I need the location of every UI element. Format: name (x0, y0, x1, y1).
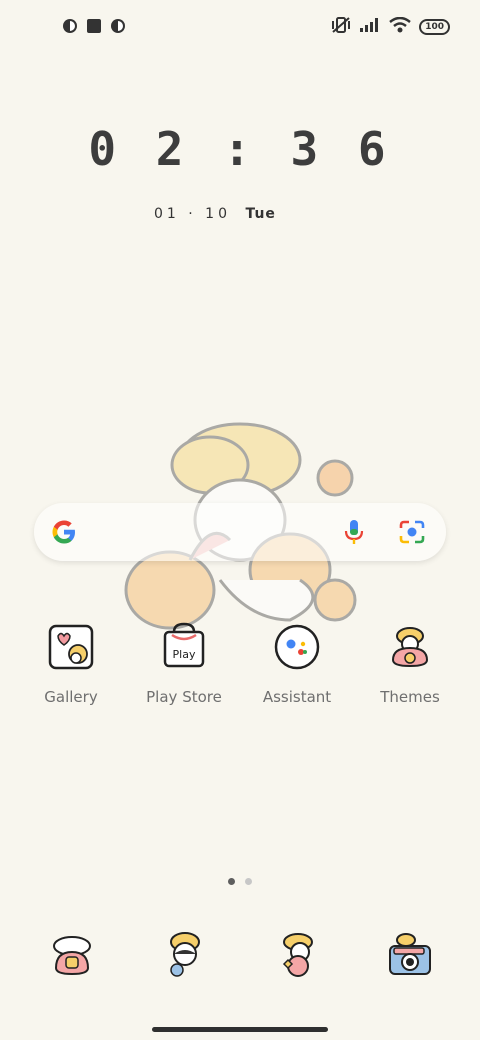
assistant-icon[interactable] (272, 622, 322, 672)
battery-indicator: 100 (419, 19, 450, 35)
themes-icon[interactable] (385, 622, 435, 672)
lens-icon[interactable] (398, 519, 426, 545)
app-gallery[interactable]: Gallery (21, 622, 121, 706)
page-indicator[interactable] (228, 878, 252, 885)
vibrate-off-icon (331, 16, 351, 38)
notification-icon-1 (62, 18, 78, 34)
app-label-assistant: Assistant (262, 688, 332, 706)
app-label-themes: Themes (380, 688, 440, 706)
dock (0, 930, 480, 990)
wifi-icon (389, 16, 411, 37)
app-label-gallery: Gallery (44, 688, 98, 706)
notification-icons (62, 18, 126, 34)
svg-text:Play: Play (173, 648, 196, 661)
play-store-icon[interactable]: Play (159, 622, 209, 672)
signal-icon (359, 17, 381, 37)
google-g-icon[interactable] (50, 518, 78, 546)
app-label-play-store: Play Store (146, 688, 222, 706)
gesture-nav-bar[interactable] (152, 1027, 328, 1032)
status-bar: 100 (0, 0, 480, 56)
clock-time[interactable]: 0 2 : 3 6 (0, 122, 480, 176)
page-dot-2[interactable] (245, 878, 252, 885)
camera-icon[interactable] (386, 930, 434, 978)
search-bar[interactable] (34, 503, 446, 561)
mic-icon[interactable] (342, 518, 366, 546)
app-themes[interactable]: Themes (360, 622, 460, 706)
gallery-icon[interactable] (46, 622, 96, 672)
phone-icon[interactable] (48, 930, 96, 978)
browser-icon[interactable] (274, 930, 322, 978)
app-grid: Gallery Play Play Store Assistant Themes (0, 622, 480, 722)
page-dot-1[interactable] (228, 878, 235, 885)
date-day-month: 01 · 10 (154, 206, 231, 222)
app-assistant[interactable]: Assistant (247, 622, 347, 706)
messages-icon[interactable] (161, 930, 209, 978)
date-weekday: Tue (245, 206, 276, 222)
notification-icon-2 (110, 18, 126, 34)
clock-date[interactable]: 01 · 10 Tue (154, 206, 276, 222)
notification-square-icon (86, 18, 102, 34)
app-play-store[interactable]: Play Play Store (134, 622, 234, 706)
system-icons: 100 (331, 16, 450, 38)
